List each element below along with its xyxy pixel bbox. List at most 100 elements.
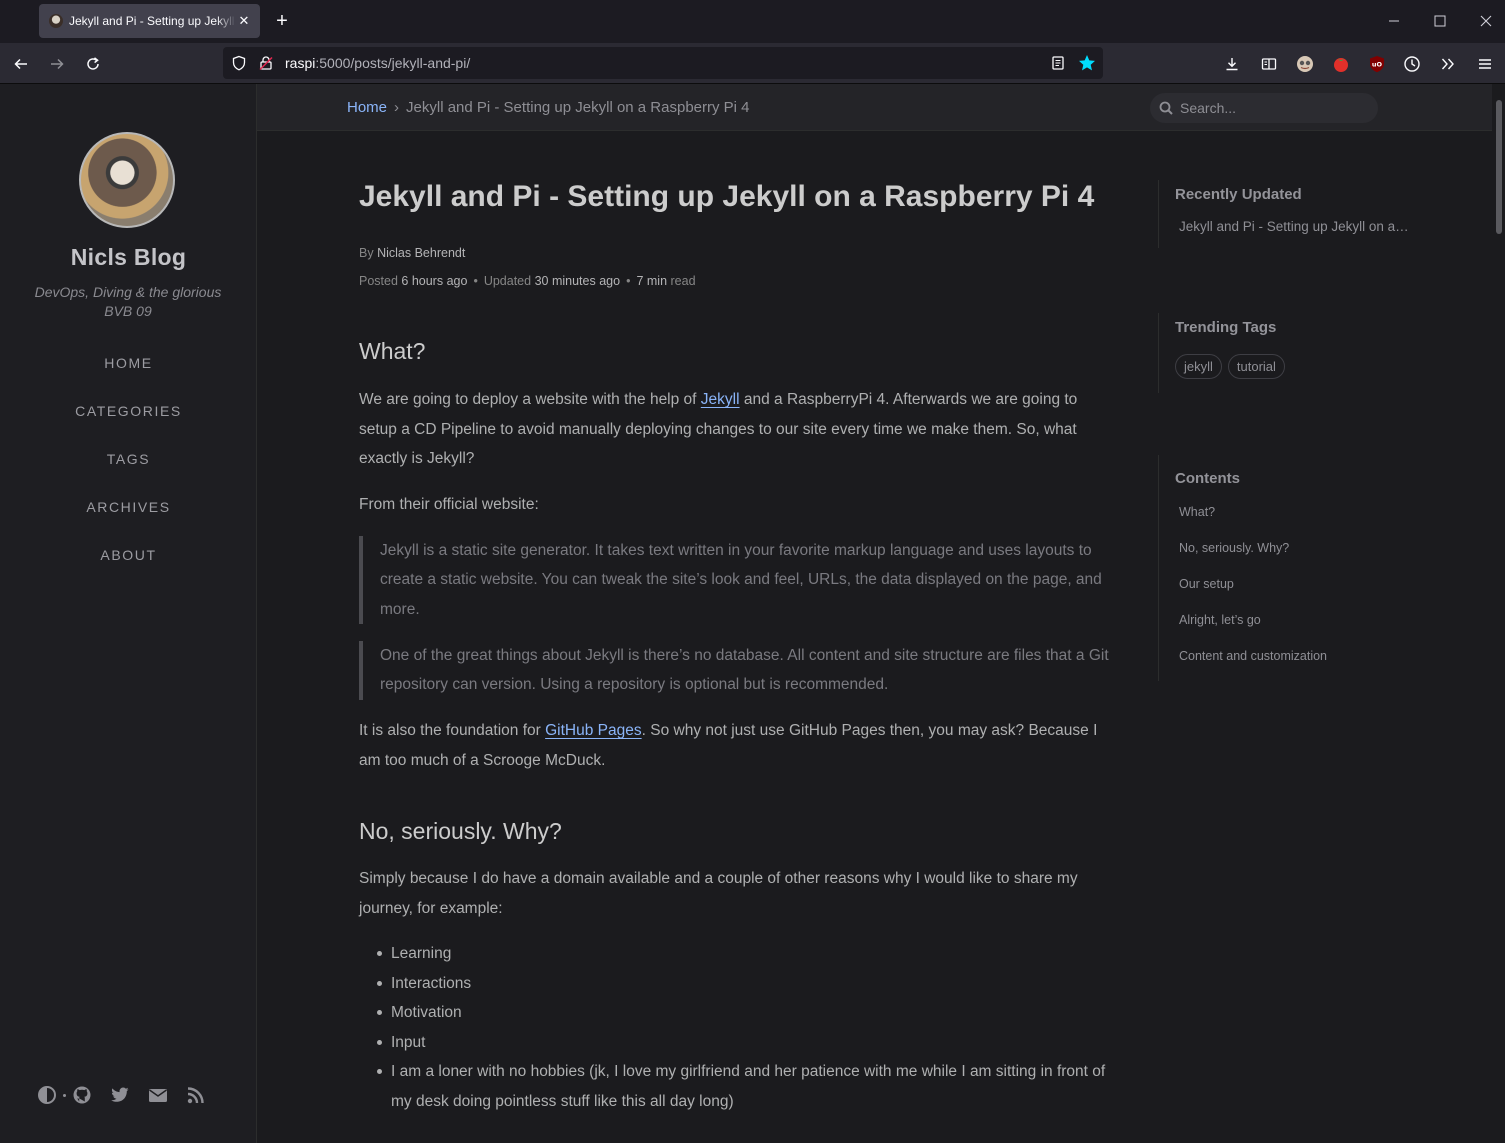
shield-icon[interactable] <box>230 54 248 72</box>
site-title[interactable]: Nicls Blog <box>0 244 257 271</box>
history-clock-icon[interactable] <box>1400 52 1424 76</box>
nav-home[interactable]: HOME <box>0 355 257 371</box>
trending-tags-heading: Trending Tags <box>1175 319 1277 336</box>
separator-dot <box>63 1093 66 1097</box>
github-pages-link[interactable]: GitHub Pages <box>545 722 642 739</box>
blockquote-2: One of the great things about Jekyll is … <box>359 641 1114 700</box>
posted-time: 6 hours ago <box>401 274 468 288</box>
paragraph-official-website: From their official website: <box>359 496 539 513</box>
contents-heading: Contents <box>1175 470 1240 487</box>
forward-icon[interactable] <box>44 51 70 77</box>
tag-jekyll[interactable]: jekyll <box>1175 354 1222 379</box>
updated-time: 30 minutes ago <box>534 274 621 288</box>
gh-text-a: It is also the foundation for <box>359 722 546 739</box>
github-icon[interactable] <box>72 1085 92 1105</box>
list-item: Motivation <box>359 998 1119 1028</box>
breadcrumb-home-link[interactable]: Home <box>347 99 387 116</box>
avatar[interactable] <box>79 132 175 228</box>
scrollbar-thumb[interactable] <box>1496 100 1502 234</box>
tag-tutorial[interactable]: tutorial <box>1227 354 1285 379</box>
posted-label: Posted <box>359 274 398 288</box>
meta-separator: • <box>626 274 631 288</box>
twitter-icon[interactable] <box>110 1085 130 1105</box>
intro-text-a: We are going to deploy a website with th… <box>359 391 701 408</box>
post-byline: By Niclas Behrendt <box>359 246 465 260</box>
by-label: By <box>359 246 374 260</box>
back-icon[interactable] <box>8 51 34 77</box>
browser-tab-bar: Jekyll and Pi - Setting up Jekyll on a R… <box>0 0 1505 43</box>
read-time: 7 min <box>636 274 668 288</box>
recent-post-link[interactable]: Jekyll and Pi - Setting up Jekyll on a… <box>1179 219 1409 234</box>
toc-item[interactable]: Content and customization <box>1179 638 1327 674</box>
breadcrumb-separator: › <box>394 99 400 116</box>
maximize-icon[interactable] <box>1426 8 1454 34</box>
sidebar-toggle-icon[interactable] <box>1257 52 1281 76</box>
bookmark-star-icon[interactable] <box>1078 54 1096 72</box>
meta-separator: • <box>473 274 478 288</box>
site-subtitle: DevOps, Diving & the glorious BVB 09 <box>34 284 222 319</box>
recently-updated-heading: Recently Updated <box>1175 186 1302 203</box>
table-of-contents-panel: Contents What? No, seriously. Why? Our s… <box>1158 455 1327 681</box>
search-input[interactable] <box>1180 100 1360 116</box>
url-text[interactable]: raspi:5000/posts/jekyll-and-pi/ <box>285 55 470 71</box>
tomato-extension-icon[interactable] <box>1329 52 1353 76</box>
reload-icon[interactable] <box>80 51 106 77</box>
blockquote-1: Jekyll is a static site generator. It ta… <box>359 536 1114 625</box>
close-window-icon[interactable] <box>1472 8 1500 34</box>
post-author: Niclas Behrendt <box>377 246 466 260</box>
nav-archives[interactable]: ARCHIVES <box>0 499 257 515</box>
new-tab-button[interactable]: + <box>270 10 294 34</box>
toc-item[interactable]: What? <box>1179 494 1327 530</box>
page-viewport: Nicls Blog DevOps, Diving & the glorious… <box>0 84 1505 1143</box>
hamburger-menu-icon[interactable] <box>1473 52 1497 76</box>
downloads-icon[interactable] <box>1220 52 1244 76</box>
insecure-lock-icon[interactable] <box>257 54 275 72</box>
nav-tags[interactable]: TAGS <box>0 451 257 467</box>
extension-face-icon[interactable] <box>1293 52 1317 76</box>
search-icon <box>1159 101 1173 115</box>
tab-title: Jekyll and Pi - Setting up Jekyll on a R… <box>69 14 236 28</box>
search-box[interactable] <box>1150 93 1378 123</box>
list-item: Input <box>359 1028 1119 1058</box>
list-item: I am a loner with no hobbies (jk, I love… <box>359 1057 1119 1116</box>
close-tab-icon[interactable]: ✕ <box>236 13 252 29</box>
reader-view-icon[interactable] <box>1049 54 1067 72</box>
read-label: read <box>670 274 696 288</box>
section-heading-why: No, seriously. Why? <box>359 818 562 844</box>
blog-sidebar: Nicls Blog DevOps, Diving & the glorious… <box>0 84 257 1143</box>
jekyll-link[interactable]: Jekyll <box>701 391 740 408</box>
toc-list: What? No, seriously. Why? Our setup Alri… <box>1175 494 1327 674</box>
breadcrumb: Home › Jekyll and Pi - Setting up Jekyll o… <box>347 99 750 116</box>
nav-categories[interactable]: CATEGORIES <box>0 403 257 419</box>
trending-tags-panel: Trending Tags jekyll tutorial <box>1158 313 1285 393</box>
post-title: Jekyll and Pi - Setting up Jekyll on a R… <box>359 180 1095 213</box>
ublock-origin-icon[interactable]: uO <box>1365 52 1389 76</box>
breadcrumb-current: Jekyll and Pi - Setting up Jekyll on a R… <box>406 99 750 116</box>
browser-tab[interactable]: Jekyll and Pi - Setting up Jekyll on a R… <box>39 4 260 38</box>
paragraph-github-pages: It is also the foundation for GitHub Pag… <box>359 716 1114 775</box>
tag-list: jekyll tutorial <box>1175 354 1285 379</box>
page-topbar: Home › Jekyll and Pi - Setting up Jekyll o… <box>257 84 1492 131</box>
rss-icon[interactable] <box>186 1085 206 1105</box>
post-meta: Posted 6 hours ago • Updated 30 minutes ag… <box>359 274 696 288</box>
nav-about[interactable]: ABOUT <box>0 547 257 563</box>
minimize-icon[interactable] <box>1380 8 1408 34</box>
reasons-list: Learning Interactions Motivation Input I… <box>359 939 1119 1117</box>
paragraph-why: Simply because I do have a domain availa… <box>359 870 1078 917</box>
overflow-chevrons-icon[interactable] <box>1436 52 1460 76</box>
svg-text:uO: uO <box>1372 61 1383 69</box>
toc-item[interactable]: Alright, let’s go <box>1179 602 1327 638</box>
list-item: Interactions <box>359 969 1119 999</box>
url-bar[interactable]: raspi:5000/posts/jekyll-and-pi/ <box>223 47 1103 79</box>
toc-item[interactable]: No, seriously. Why? <box>1179 530 1327 566</box>
section-heading-what: What? <box>359 338 426 364</box>
paragraph-intro: We are going to deploy a website with th… <box>359 385 1114 474</box>
theme-toggle-icon[interactable] <box>37 1085 57 1105</box>
page-scrollbar[interactable] <box>1492 84 1505 1143</box>
favicon-icon <box>49 14 63 28</box>
list-item: Learning <box>359 939 1119 969</box>
sidebar-footer-links <box>37 1085 206 1105</box>
toc-item[interactable]: Our setup <box>1179 566 1327 602</box>
email-icon[interactable] <box>148 1085 168 1105</box>
browser-toolbar: raspi:5000/posts/jekyll-and-pi/ uO <box>0 43 1505 84</box>
